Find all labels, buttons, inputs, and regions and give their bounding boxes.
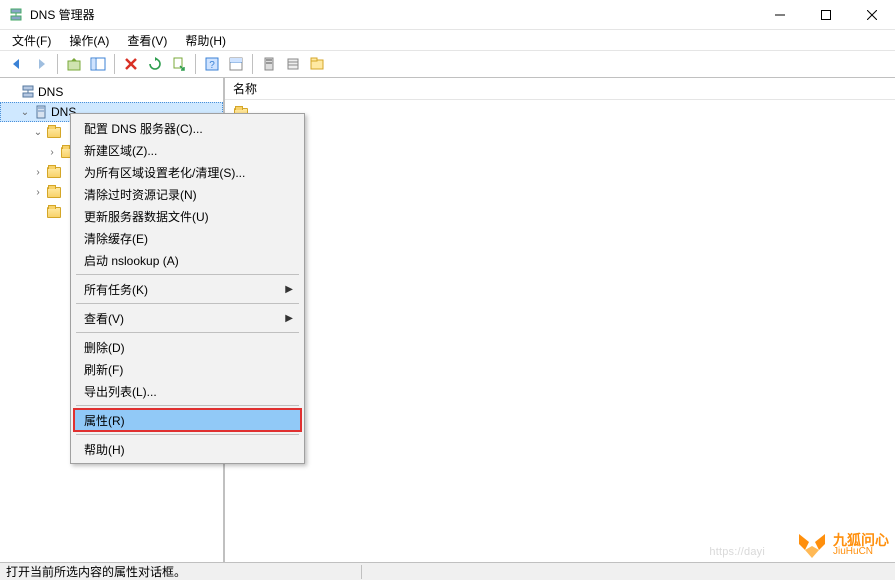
cm-label: 更新服务器数据文件(U) <box>84 208 209 225</box>
cm-clear-cache[interactable]: 清除缓存(E) <box>74 227 301 249</box>
cm-delete[interactable]: 删除(D) <box>74 336 301 358</box>
cm-export-list[interactable]: 导出列表(L)... <box>74 380 301 402</box>
expander-closed-icon[interactable]: › <box>32 167 44 178</box>
list-body[interactable] <box>225 100 895 562</box>
toolbar-separator <box>252 54 253 74</box>
expander-open-icon[interactable]: ⌄ <box>32 127 44 138</box>
submenu-arrow-icon: ▶ <box>285 284 293 295</box>
menu-action[interactable]: 操作(A) <box>63 30 115 51</box>
properties-button[interactable] <box>225 53 247 75</box>
up-button[interactable] <box>63 53 85 75</box>
list-header[interactable]: 名称 <box>225 78 895 100</box>
cm-label: 清除过时资源记录(N) <box>84 186 197 203</box>
toolbar: ? <box>0 50 895 78</box>
close-button[interactable] <box>849 0 895 30</box>
show-hide-tree-button[interactable] <box>87 53 109 75</box>
expander-open-icon[interactable]: ⌄ <box>19 107 31 118</box>
toolbar-separator <box>57 54 58 74</box>
titlebar: DNS 管理器 <box>0 0 895 30</box>
folder-icon <box>46 204 62 220</box>
watermark-text: 九狐问心 JiuHuCN <box>833 533 889 557</box>
help-button[interactable]: ? <box>201 53 223 75</box>
new-server-button[interactable] <box>258 53 280 75</box>
column-header-name[interactable]: 名称 <box>233 80 257 97</box>
cm-label: 导出列表(L)... <box>84 383 157 400</box>
export-button[interactable] <box>168 53 190 75</box>
cm-label: 帮助(H) <box>84 441 125 458</box>
cm-separator <box>76 274 299 275</box>
cm-scavenge-stale[interactable]: 清除过时资源记录(N) <box>74 183 301 205</box>
menu-view[interactable]: 查看(V) <box>121 30 173 51</box>
menubar: 文件(F) 操作(A) 查看(V) 帮助(H) <box>0 30 895 50</box>
cm-label: 查看(V) <box>84 310 124 327</box>
filter-button[interactable] <box>306 53 328 75</box>
window-title: DNS 管理器 <box>30 6 95 23</box>
cm-label: 为所有区域设置老化/清理(S)... <box>84 164 245 181</box>
tree-root-label: DNS <box>38 85 63 99</box>
cm-label: 启动 nslookup (A) <box>84 252 179 269</box>
dns-root-icon <box>20 84 36 100</box>
list-item[interactable] <box>233 104 887 122</box>
expander-closed-icon[interactable]: › <box>32 187 44 198</box>
context-menu: 配置 DNS 服务器(C)... 新建区域(Z)... 为所有区域设置老化/清理… <box>70 113 305 464</box>
cm-configure-dns[interactable]: 配置 DNS 服务器(C)... <box>74 117 301 139</box>
cm-launch-nslookup[interactable]: 启动 nslookup (A) <box>74 249 301 271</box>
list-pane: 名称 <box>225 78 895 562</box>
cm-all-tasks[interactable]: 所有任务(K) ▶ <box>74 278 301 300</box>
cm-label: 配置 DNS 服务器(C)... <box>84 120 203 137</box>
cm-update-server-data[interactable]: 更新服务器数据文件(U) <box>74 205 301 227</box>
cm-label: 刷新(F) <box>84 361 123 378</box>
cm-separator <box>76 332 299 333</box>
watermark-cn: 九狐问心 <box>833 533 889 547</box>
menu-help[interactable]: 帮助(H) <box>179 30 232 51</box>
cm-help[interactable]: 帮助(H) <box>74 438 301 460</box>
app-icon <box>8 7 24 23</box>
delete-button[interactable] <box>120 53 142 75</box>
new-zone-button[interactable] <box>282 53 304 75</box>
ghost-watermark: https://dayi <box>709 546 765 558</box>
cm-properties[interactable]: 属性(R) <box>74 409 301 431</box>
status-separator <box>361 565 362 579</box>
watermark: 九狐问心 JiuHuCN <box>795 528 889 562</box>
tree-root-dns[interactable]: DNS <box>0 82 223 102</box>
cm-view[interactable]: 查看(V) ▶ <box>74 307 301 329</box>
cm-refresh[interactable]: 刷新(F) <box>74 358 301 380</box>
svg-text:?: ? <box>209 60 215 71</box>
watermark-en: JiuHuCN <box>833 547 889 557</box>
refresh-button[interactable] <box>144 53 166 75</box>
window-controls <box>757 0 895 30</box>
status-text: 打开当前所选内容的属性对话框。 <box>6 563 186 580</box>
statusbar: 打开当前所选内容的属性对话框。 <box>0 562 895 580</box>
cm-separator <box>76 303 299 304</box>
cm-separator <box>76 434 299 435</box>
server-icon <box>33 104 49 120</box>
folder-icon <box>46 184 62 200</box>
toolbar-separator <box>114 54 115 74</box>
cm-label: 属性(R) <box>84 412 125 429</box>
cm-new-zone[interactable]: 新建区域(Z)... <box>74 139 301 161</box>
cm-label: 所有任务(K) <box>84 281 148 298</box>
cm-aging-scavenging[interactable]: 为所有区域设置老化/清理(S)... <box>74 161 301 183</box>
cm-label: 新建区域(Z)... <box>84 142 157 159</box>
minimize-button[interactable] <box>757 0 803 30</box>
back-button[interactable] <box>6 53 28 75</box>
cm-label: 清除缓存(E) <box>84 230 148 247</box>
toolbar-separator <box>195 54 196 74</box>
forward-button[interactable] <box>30 53 52 75</box>
folder-icon <box>46 124 62 140</box>
cm-separator <box>76 405 299 406</box>
expander-closed-icon[interactable]: › <box>46 147 58 158</box>
cm-label: 删除(D) <box>84 339 125 356</box>
maximize-button[interactable] <box>803 0 849 30</box>
folder-icon <box>46 164 62 180</box>
menu-file[interactable]: 文件(F) <box>6 30 57 51</box>
submenu-arrow-icon: ▶ <box>285 313 293 324</box>
fox-logo-icon <box>795 528 829 562</box>
